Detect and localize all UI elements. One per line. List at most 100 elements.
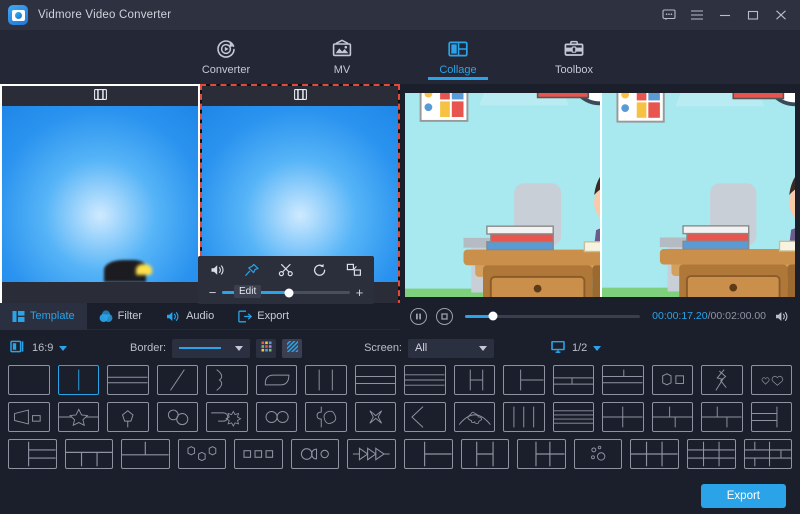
tpl-triple-arrow[interactable] [347, 439, 397, 469]
player-controls: 00:00:17.20/00:02:00.00 [400, 302, 800, 330]
nav-tab-converter[interactable]: Converter [189, 34, 263, 76]
tpl-mixed-left-two-right[interactable] [651, 402, 693, 432]
menu-icon[interactable] [684, 3, 710, 27]
aspect-ratio-caret-icon[interactable] [59, 345, 68, 351]
tab-template[interactable]: Template [0, 302, 87, 330]
tpl-two-left-two-right[interactable] [503, 365, 545, 395]
tpl-three-columns[interactable] [305, 365, 347, 395]
export-icon [238, 310, 253, 323]
tpl-five-rows[interactable] [552, 402, 594, 432]
tpl-circle-pac-circle[interactable] [290, 439, 340, 469]
page-caret-icon[interactable] [593, 345, 602, 351]
tpl-puzzle-split[interactable] [305, 402, 347, 432]
tpl-single[interactable] [8, 365, 50, 395]
page-group[interactable]: 1/2 [550, 339, 602, 357]
zoom-in-button[interactable]: + [355, 286, 364, 299]
app-logo-icon [8, 5, 28, 25]
trim-scissors-icon[interactable] [276, 263, 296, 277]
edit-tooltip: Edit [234, 285, 262, 298]
seek-bar[interactable] [465, 311, 641, 321]
tpl-two-top-one-bottom[interactable] [121, 439, 170, 469]
tpl-diagonal-split[interactable] [156, 365, 198, 395]
nav-tab-converter-label: Converter [201, 64, 251, 76]
tpl-rounded-inset[interactable] [255, 365, 297, 395]
screen-caret-icon[interactable] [479, 345, 487, 351]
border-color-button[interactable] [256, 338, 277, 358]
tpl-hexagon-square[interactable] [651, 365, 693, 395]
nav-tab-toolbox[interactable]: Toolbox [537, 34, 611, 76]
tab-audio[interactable]: Audio [154, 303, 226, 330]
color-palette-icon [260, 340, 273, 356]
tpl-tag-sunburst[interactable] [206, 402, 248, 432]
monitor-icon [550, 339, 566, 357]
tpl-arch-flower[interactable] [453, 402, 495, 432]
crop-icon[interactable] [344, 263, 364, 277]
tpl-left-large-two-right[interactable] [453, 365, 495, 395]
close-icon[interactable] [768, 3, 794, 27]
converter-icon [215, 37, 237, 61]
rotate-icon[interactable] [310, 263, 330, 277]
tpl-top-split-bottom-bar[interactable] [602, 365, 644, 395]
border-pattern-button[interactable] [282, 338, 303, 358]
tpl-bubbles[interactable] [573, 439, 623, 469]
edit-zoom-slider[interactable]: − + [208, 284, 364, 302]
app-title: Vidmore Video Converter [38, 9, 172, 21]
video-preview[interactable] [405, 93, 795, 297]
tpl-two-by-two[interactable] [602, 402, 644, 432]
tpl-collage-mixed[interactable] [743, 439, 793, 469]
border-style-dropdown[interactable] [172, 338, 251, 358]
pin-icon[interactable] [242, 263, 262, 277]
tpl-two-ovals[interactable] [255, 402, 297, 432]
tpl-left-two-right-split[interactable] [404, 439, 453, 469]
tpl-pentagon[interactable] [107, 402, 149, 432]
tpl-nine-grid[interactable] [686, 439, 736, 469]
stop-button[interactable] [436, 307, 453, 325]
tpl-top-bar-two-bottom[interactable] [552, 365, 594, 395]
tpl-four-rows[interactable] [404, 365, 446, 395]
main-nav: Converter MV Collage Toolbox [0, 30, 800, 84]
tpl-four-grid-left-big[interactable] [460, 439, 510, 469]
volume-icon[interactable] [208, 263, 228, 277]
tpl-two-rows-left-big-right[interactable] [750, 402, 792, 432]
nav-tab-collage[interactable]: Collage [421, 34, 495, 80]
seek-bar-handle[interactable] [488, 311, 498, 321]
current-time: 00:00:17.20 [652, 310, 708, 322]
tpl-six-grid[interactable] [630, 439, 679, 469]
feedback-icon[interactable] [656, 3, 682, 27]
tpl-two-horizontal[interactable] [107, 365, 149, 395]
tpl-two-vertical[interactable] [57, 365, 99, 395]
tpl-three-rows[interactable] [354, 365, 396, 395]
tpl-curved-split[interactable] [206, 365, 248, 395]
aspect-ratio-group[interactable]: 16:9 [10, 339, 130, 357]
tpl-three-hexagons[interactable] [177, 439, 227, 469]
minimize-icon[interactable] [712, 3, 738, 27]
collage-canvas[interactable]: − + Edit [0, 84, 400, 306]
tpl-arrow-left[interactable] [404, 402, 446, 432]
cell-edit-toolbar[interactable]: − + Edit [198, 256, 374, 304]
zoom-slider-handle[interactable] [284, 288, 294, 297]
nav-tab-mv[interactable]: MV [305, 34, 379, 76]
pause-button[interactable] [410, 307, 427, 325]
tpl-two-hearts[interactable] [750, 365, 792, 395]
cell-1-header [2, 86, 198, 106]
tpl-left-big-three-right[interactable] [8, 439, 57, 469]
tpl-two-circles-overlap[interactable] [156, 402, 198, 432]
tab-export[interactable]: Export [226, 303, 301, 330]
tpl-four-columns[interactable] [503, 402, 545, 432]
tpl-lightning-split[interactable] [701, 365, 743, 395]
maximize-icon[interactable] [740, 3, 766, 27]
zoom-out-button[interactable]: − [208, 286, 217, 299]
screen-dropdown[interactable]: All [408, 338, 494, 358]
border-style-caret-icon[interactable] [235, 345, 244, 351]
tpl-top-bar-three-bottom[interactable] [64, 439, 114, 469]
tpl-megaphone[interactable] [8, 402, 50, 432]
tpl-mixed-top-bottom[interactable] [701, 402, 743, 432]
tpl-left-big-four-right[interactable] [517, 439, 566, 469]
tpl-star-band[interactable] [57, 402, 99, 432]
tab-filter[interactable]: Filter [87, 303, 154, 330]
tpl-cross-burst[interactable] [354, 402, 396, 432]
speaker-icon[interactable] [775, 310, 790, 323]
export-button[interactable]: Export [700, 484, 786, 508]
collage-cell-1[interactable] [0, 84, 200, 306]
tpl-three-squares[interactable] [234, 439, 283, 469]
